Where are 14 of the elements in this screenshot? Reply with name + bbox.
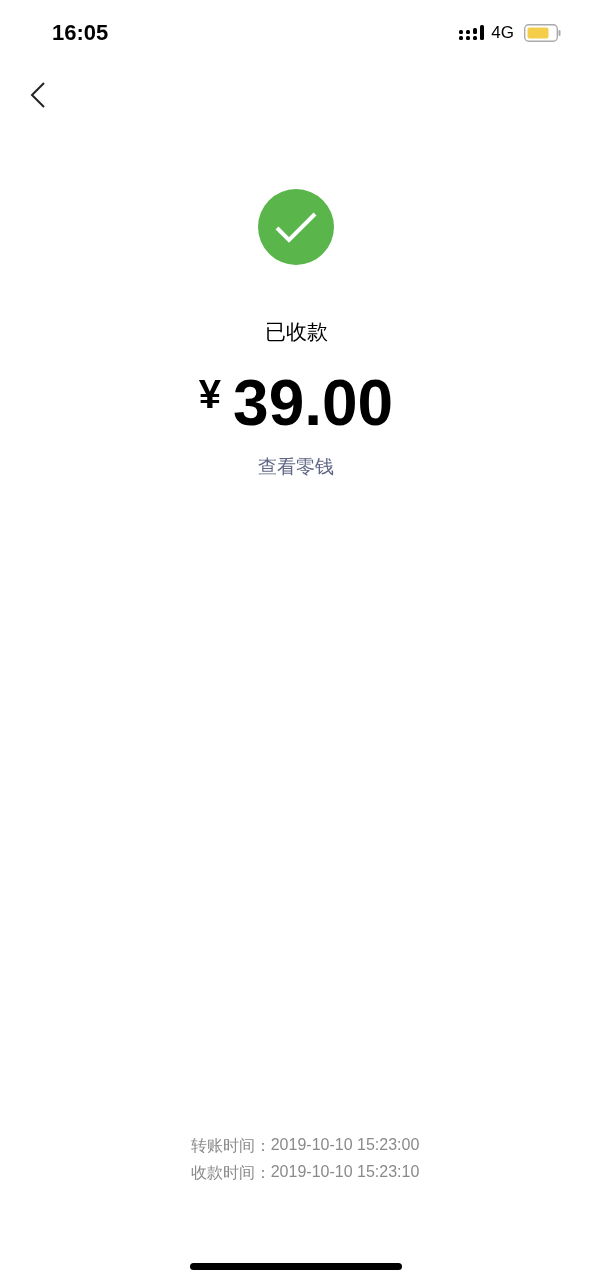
- back-icon[interactable]: [30, 82, 46, 108]
- detail-label: 收款时间：: [190, 1163, 271, 1183]
- payment-status: 已收款: [264, 319, 328, 346]
- detail-value: 2019-10-10 15:23:10: [270, 1163, 420, 1182]
- view-balance-link[interactable]: 查看零钱: [258, 454, 334, 480]
- network-type: 4G: [491, 23, 514, 43]
- currency-symbol: ¥: [198, 372, 222, 417]
- detail-label: 转账时间：: [190, 1136, 271, 1156]
- signal-icon: [459, 25, 486, 41]
- detail-value: 2019-10-10 15:23:00: [270, 1136, 420, 1155]
- battery-icon: [524, 24, 562, 42]
- status-time: 16:05: [52, 20, 109, 46]
- success-check-icon: [257, 188, 335, 266]
- amount-value: 39.00: [233, 366, 394, 440]
